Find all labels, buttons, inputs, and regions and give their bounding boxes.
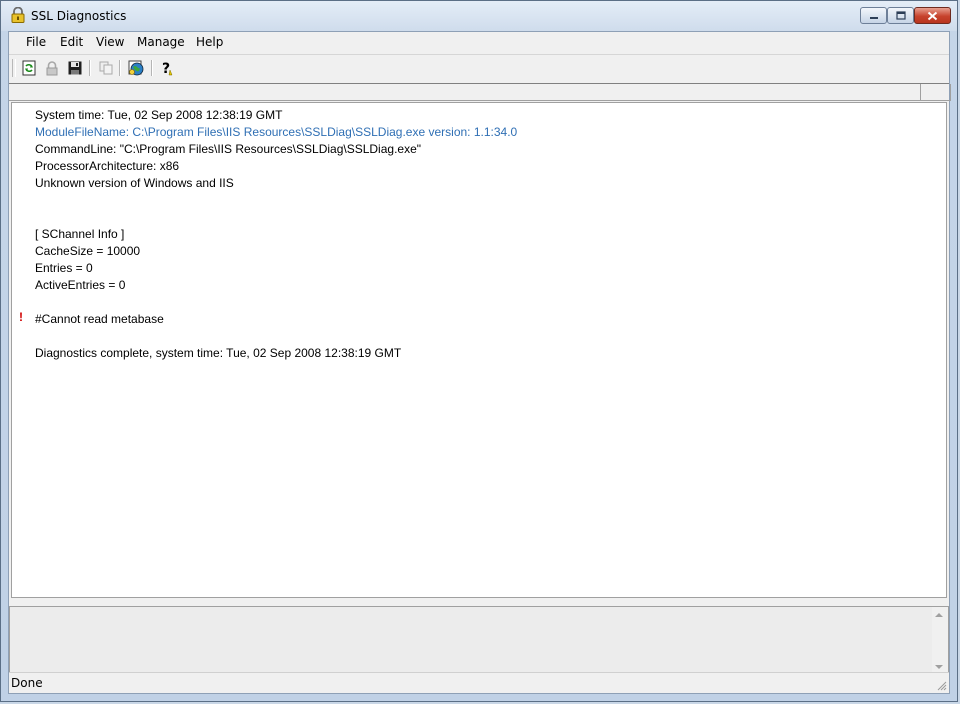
log-line-cache-size: CacheSize = 10000 — [35, 244, 141, 258]
log-line-entries: Entries = 0 — [35, 261, 93, 275]
vertical-scrollbar[interactable] — [932, 607, 948, 675]
menu-edit[interactable]: Edit — [60, 35, 83, 49]
log-line-diagnostics-complete: Diagnostics complete, system time: Tue, … — [35, 346, 402, 360]
save-button[interactable] — [65, 58, 85, 78]
refresh-button[interactable] — [19, 58, 39, 78]
copy-icon — [99, 61, 113, 75]
globe-icon — [128, 60, 144, 76]
warning-icon: ! — [19, 310, 23, 324]
padlock-icon — [11, 7, 25, 23]
log-view[interactable]: System time: Tue, 02 Sep 2008 12:38:19 G… — [11, 102, 947, 598]
window-title: SSL Diagnostics — [31, 9, 127, 23]
column-header-end[interactable] — [921, 84, 951, 101]
scroll-up-arrow-icon[interactable] — [935, 613, 943, 617]
resize-grip-icon[interactable] — [935, 679, 947, 691]
menu-bar: File Edit View Manage Help — [9, 32, 949, 55]
help-button[interactable]: ? — [157, 58, 177, 78]
menu-view[interactable]: View — [96, 35, 124, 49]
toolbar-separator — [151, 60, 153, 76]
log-line-active-entries: ActiveEntries = 0 — [35, 278, 126, 292]
log-line-system-time: System time: Tue, 02 Sep 2008 12:38:19 G… — [35, 108, 283, 122]
client-area: File Edit View Manage Help ? System time… — [8, 31, 951, 694]
toolbar: ? — [9, 55, 949, 81]
log-line-metabase-error: #Cannot read metabase — [35, 312, 164, 326]
refresh-icon — [22, 60, 36, 76]
menu-manage[interactable]: Manage — [137, 35, 185, 49]
log-line-windows-version: Unknown version of Windows and IIS — [35, 176, 234, 190]
log-line-module-filename: ModuleFileName: C:\Program Files\IIS Res… — [35, 125, 518, 139]
log-line-command-line: CommandLine: "C:\Program Files\IIS Resou… — [35, 142, 422, 156]
copy-button[interactable] — [96, 58, 116, 78]
lock-icon — [46, 61, 58, 76]
svg-text:?: ? — [162, 61, 170, 76]
status-text: Done — [11, 676, 43, 690]
menu-file[interactable]: File — [26, 35, 46, 49]
toolbar-separator — [89, 60, 91, 76]
minimize-button[interactable] — [860, 7, 887, 24]
help-icon: ? — [162, 61, 173, 76]
toolbar-separator — [119, 60, 121, 76]
log-line-schannel-header: [ SChannel Info ] — [35, 227, 125, 241]
scroll-down-arrow-icon[interactable] — [935, 665, 943, 669]
toolbar-grip[interactable] — [12, 59, 16, 77]
log-line-processor-arch: ProcessorArchitecture: x86 — [35, 159, 180, 173]
status-bar: Done — [9, 672, 949, 693]
maximize-button[interactable] — [887, 7, 914, 24]
app-window: SSL Diagnostics File Edit View Manage He… — [0, 0, 958, 702]
lock-button[interactable] — [42, 58, 62, 78]
title-bar[interactable]: SSL Diagnostics — [1, 1, 957, 31]
globe-button[interactable] — [126, 58, 146, 78]
output-pane[interactable] — [9, 606, 949, 676]
save-icon — [68, 61, 82, 75]
column-header-main[interactable] — [9, 84, 921, 101]
menu-help[interactable]: Help — [196, 35, 223, 49]
close-button[interactable] — [914, 7, 951, 24]
maximize-icon — [895, 11, 906, 20]
close-icon — [927, 11, 938, 20]
minimize-icon — [869, 16, 878, 19]
column-header-bar — [9, 83, 951, 102]
pane-splitter[interactable] — [9, 598, 949, 606]
